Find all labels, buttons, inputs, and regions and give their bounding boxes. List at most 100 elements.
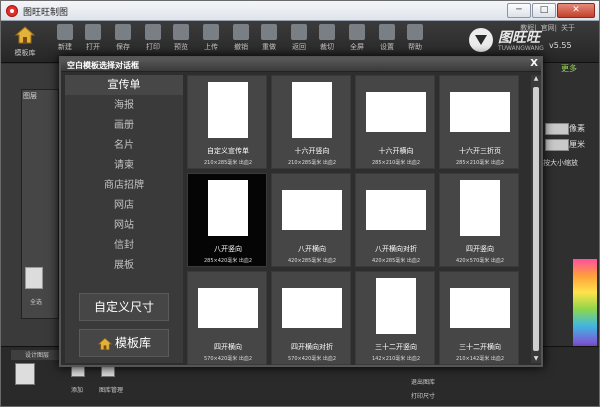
category-poster[interactable]: 海报 [65,96,183,116]
tool-label: 打印 [146,43,160,51]
tool-back[interactable]: 返回 [285,24,313,52]
template-name: 四开横向对折 [291,343,333,351]
template-card[interactable]: 三十二开竖向 142×210毫米 出血2 [355,271,435,365]
template-card[interactable]: 八开横向对折 420×285毫米 出血2 [355,173,435,267]
custom-size-button[interactable]: 自定义尺寸 [79,293,169,321]
category-online-shop[interactable]: 网店 [65,196,183,216]
home-icon [14,26,36,44]
template-name: 三十二开竖向 [375,343,417,351]
template-dimensions: 142×210毫米 出血2 [371,356,421,362]
app-logo-icon [6,5,18,17]
color-palette[interactable] [573,259,597,359]
tool-crop[interactable]: 裁切 [313,24,341,52]
tool-undo[interactable]: 撤销 [227,24,255,52]
template-preview [450,288,510,328]
window-title: 图旺旺制图 [23,8,69,18]
library-manage-label[interactable]: 图库管理 [99,385,123,394]
tool-label: 帮助 [408,43,422,51]
crop-icon [319,24,335,40]
tool-label: 设置 [380,43,394,51]
layer-thumbnail[interactable] [25,267,43,289]
tool-save[interactable]: 保存 [109,24,137,52]
template-dimensions: 285×420毫米 出血2 [203,258,253,264]
template-name: 自定义宣传单 [207,147,249,155]
height-field[interactable] [545,139,569,151]
template-card[interactable]: 四开竖向 420×570毫米 出血2 [439,173,519,267]
page-thumbnail[interactable] [15,363,35,385]
undo-icon [233,24,249,40]
template-preview [208,82,248,138]
template-preview [366,92,426,132]
open-folder-icon [85,24,101,40]
unit-pixel[interactable]: 像素 [569,123,599,134]
new-file-icon [57,24,73,40]
template-dimensions: 420×285毫米 出血2 [371,258,421,264]
template-preview [366,190,426,230]
link-about[interactable]: 关于 [561,24,575,32]
scale-by-size[interactable]: 按大小缩放 [543,158,599,168]
template-card[interactable]: 三十二开横向 210×142毫米 出血2 [439,271,519,365]
width-field[interactable] [545,123,569,135]
template-card[interactable]: 十六开三折页 285×210毫米 出血2 [439,75,519,169]
template-name: 十六开三折页 [459,147,501,155]
template-scrollbar[interactable]: ▲ ▼ [531,75,541,363]
template-library-tool[interactable]: 模板库 [11,24,39,58]
print-size-label[interactable]: 打印尺寸 [411,391,435,400]
category-flyer[interactable]: 宣传单 [65,75,183,95]
select-all-label[interactable]: 全选 [30,297,42,306]
tool-settings[interactable]: 设置 [373,24,401,52]
tool-label: 撤销 [234,43,248,51]
design-layers-tab[interactable]: 设计图层 [11,350,59,360]
category-brochure[interactable]: 画册 [65,116,183,136]
tool-new[interactable]: 新建 [51,24,79,52]
template-card[interactable]: 自定义宣传单 210×285毫米 出血2 [187,75,267,169]
tool-upload[interactable]: 上传 [197,24,225,52]
home-icon [97,337,113,350]
unit-cm[interactable]: 厘米 [569,139,599,150]
category-website[interactable]: 网站 [65,216,183,236]
more-link[interactable]: 更多 [561,63,599,74]
tool-redo[interactable]: 重做 [255,24,283,52]
minimize-button[interactable]: ─ [507,3,531,18]
add-label[interactable]: 添加 [71,385,83,394]
template-name: 八开竖向 [214,245,242,253]
scroll-up-icon[interactable]: ▲ [531,75,541,83]
app-version: v5.55 [549,41,572,50]
tool-label: 上传 [204,43,218,51]
template-grid: 自定义宣传单 210×285毫米 出血2 十六开竖向 210×285毫米 出血2 十六开… [187,75,527,365]
scroll-down-icon[interactable]: ▼ [531,355,541,363]
template-library-button[interactable]: 模板库 [79,329,169,357]
redo-icon [261,24,277,40]
tool-fullscreen[interactable]: 全屏 [343,24,371,52]
tool-open[interactable]: 打开 [79,24,107,52]
template-preview [208,180,248,236]
template-dimensions: 420×570毫米 出血2 [455,258,505,264]
template-card[interactable]: 八开竖向 285×420毫米 出血2 [187,173,267,267]
dialog-close-button[interactable]: X [530,58,538,69]
template-card[interactable]: 十六开横向 285×210毫米 出血2 [355,75,435,169]
tool-label: 新建 [58,43,72,51]
template-dimensions: 570×420毫米 出血2 [287,356,337,362]
tool-print[interactable]: 打印 [139,24,167,52]
template-preview [460,180,500,236]
template-card[interactable]: 四开横向 570×420毫米 出血2 [187,271,267,365]
scroll-thumb[interactable] [533,87,539,351]
exit-library-label[interactable]: 退出图库 [411,377,435,386]
template-preview [376,278,416,334]
template-card[interactable]: 十六开竖向 210×285毫米 出血2 [271,75,351,169]
category-envelope[interactable]: 信封 [65,236,183,256]
template-card[interactable]: 八开横向 420×285毫米 出血2 [271,173,351,267]
category-display-board[interactable]: 展板 [65,256,183,276]
category-business-card[interactable]: 名片 [65,136,183,156]
tool-help[interactable]: 帮助 [401,24,429,52]
monitor-icon [349,24,365,40]
category-shop-sign[interactable]: 商店招牌 [65,176,183,196]
maximize-button[interactable]: □ [532,3,556,18]
category-invitation[interactable]: 请柬 [65,156,183,176]
close-window-button[interactable]: ✕ [557,3,595,18]
back-icon [291,24,307,40]
tool-preview[interactable]: 预览 [167,24,195,52]
template-preview [198,288,258,328]
template-card[interactable]: 四开横向对折 570×420毫米 出血2 [271,271,351,365]
category-list: 宣传单 海报 画册 名片 请柬 商店招牌 网店 网站 信封 展板 自定义尺寸 模… [65,75,183,363]
